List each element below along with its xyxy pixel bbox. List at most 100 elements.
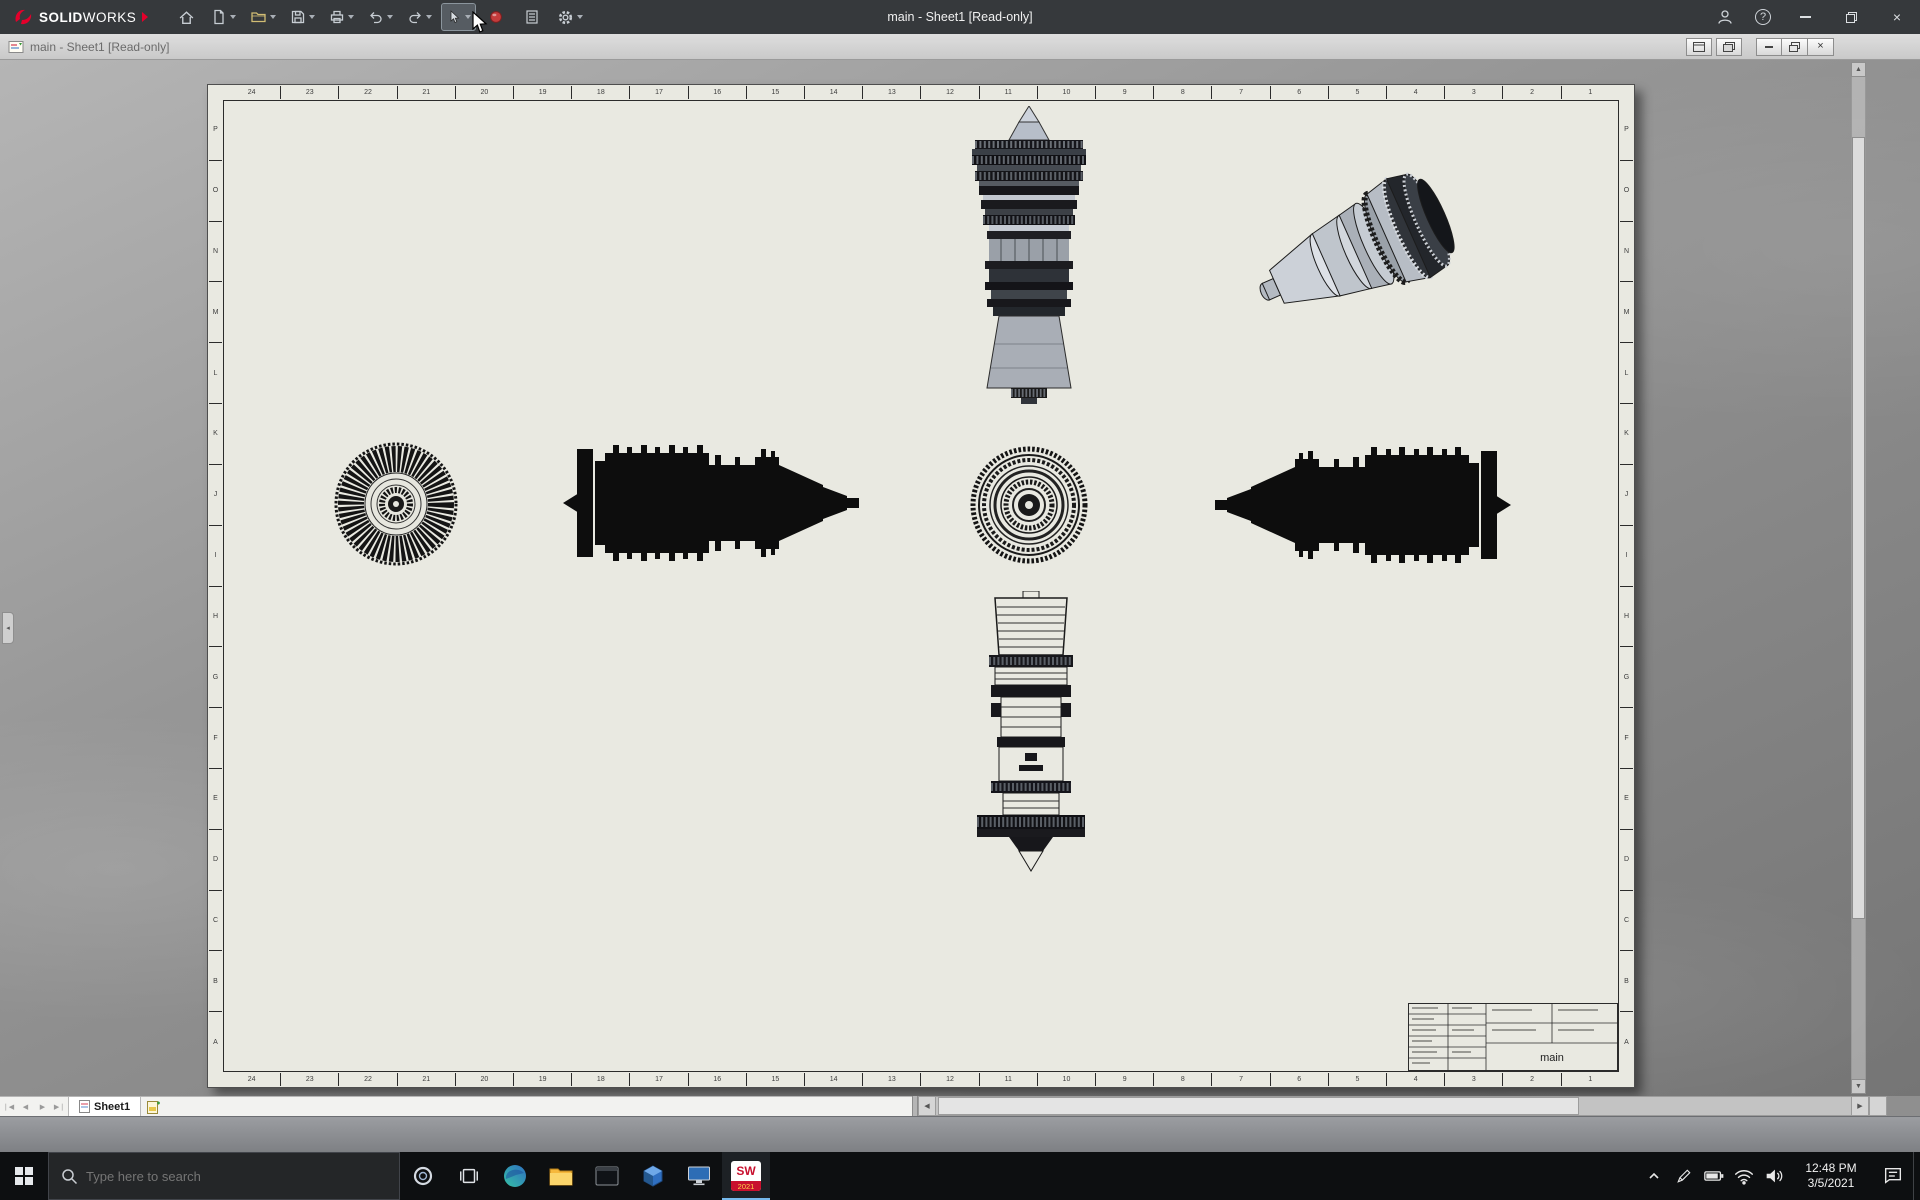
drawing-view-left-side[interactable] [561,441,861,566]
vertical-scroll-thumb[interactable] [1852,137,1865,919]
drawing-view-bottom-projected[interactable] [969,591,1094,886]
network-status-button[interactable] [1729,1152,1759,1200]
title-block-drawing-name: main [1540,1052,1564,1064]
zone-label: K [209,404,222,465]
drawing-view-rear[interactable] [969,445,1089,565]
zone-label: 1 [1588,1076,1593,1083]
zone-label: 17 [630,86,689,99]
save-button[interactable] [286,4,319,30]
brand-works: WORKS [82,9,137,25]
minimize-button[interactable] [1782,0,1828,34]
options-dropdown-arrow[interactable] [577,15,584,19]
new-dropdown-arrow[interactable] [230,15,237,19]
cortana-button[interactable] [400,1152,446,1200]
solidworks-badge-label: SW [736,1164,756,1178]
vertical-scroll-track[interactable] [1851,77,1866,1079]
dassault-3ds-icon [15,9,32,25]
search-input[interactable] [86,1168,387,1184]
scroll-left-button[interactable]: ◀ [918,1096,936,1116]
zone-label: F [1620,708,1633,769]
solidworks-app-button[interactable]: SW 2021 [722,1152,770,1200]
help-button[interactable]: ? [1744,0,1782,34]
file-explorer-button[interactable] [538,1152,584,1200]
document-restore-button[interactable] [1782,37,1808,56]
zone-label: P [209,100,222,161]
zone-label: 11 [980,1073,1038,1086]
mouse-cursor [472,11,488,33]
zone-label: N [209,222,222,283]
hidden-icons-button[interactable] [1639,1152,1669,1200]
previous-sheet-button[interactable]: ◀ [17,1097,34,1116]
zone-label: 13 [863,1073,922,1086]
add-sheet-button[interactable] [141,1097,165,1116]
action-center-button[interactable] [1873,1152,1913,1200]
print-dropdown-arrow[interactable] [348,15,355,19]
zone-label: 7 [1212,1073,1271,1086]
document-minimize-button[interactable] [1756,37,1782,56]
document-close-button[interactable]: × [1808,37,1834,56]
options-button[interactable] [553,4,587,30]
scroll-down-button[interactable]: ▼ [1851,1079,1866,1094]
first-sheet-button[interactable]: ❘◀ [0,1097,17,1116]
taskbar-clock[interactable]: 12:48 PM 3/5/2021 [1789,1152,1873,1200]
redo-button[interactable] [403,4,436,30]
task-view-button[interactable] [446,1152,492,1200]
file-properties-button[interactable] [517,4,547,30]
graphics-area[interactable]: 24 23 22 21 20 19 18 17 16 15 14 13 12 11 10 9 8 7 6 5 4 3 2 1 … [0,60,1920,1096]
print-button[interactable] [325,4,358,30]
select-cursor-icon [450,10,460,24]
home-button[interactable] [171,4,201,30]
home-icon [179,10,194,24]
action-center-icon [1884,1167,1902,1184]
dark-window-app-button[interactable] [584,1152,630,1200]
status-bar [0,1116,1920,1152]
volume-button[interactable] [1759,1152,1789,1200]
cascade-windows-icon [1723,41,1735,52]
show-desktop-button[interactable] [1913,1152,1920,1200]
new-document-button[interactable] [207,4,240,30]
scroll-up-button[interactable]: ▲ [1851,62,1866,77]
restore-button[interactable] [1828,0,1874,34]
drawing-sheet[interactable]: 24 23 22 21 20 19 18 17 16 15 14 13 12 11 10 9 8 7 6 5 4 3 2 1 … [207,84,1635,1088]
titlebar: SOLIDWORKS main - Sheet1 [Read-only] ? × [0,0,1920,34]
vertical-scrollbar[interactable]: ▲ ▼ [1851,62,1866,1094]
battery-status-button[interactable] [1699,1152,1729,1200]
pen-icon [1677,1169,1691,1183]
cascade-windows-button[interactable] [1716,37,1742,56]
horizontal-scroll-track[interactable] [936,1096,1851,1116]
cube-app-button[interactable] [630,1152,676,1200]
scroll-right-button[interactable]: ▶ [1851,1096,1869,1116]
edge-button[interactable] [492,1152,538,1200]
scrollbar-corner [1869,1096,1887,1116]
taskbar-search[interactable] [48,1152,400,1200]
title-block[interactable]: main [1408,1003,1618,1071]
drawing-view-right-side[interactable] [1213,443,1513,568]
open-button[interactable] [246,4,280,30]
display-app-button[interactable] [676,1152,722,1200]
taskbar-spacer [770,1152,1639,1200]
drawing-view-front-fan[interactable] [331,439,461,569]
next-sheet-button[interactable]: ▶ [34,1097,51,1116]
undo-dropdown-arrow[interactable] [387,15,394,19]
save-dropdown-arrow[interactable] [309,15,316,19]
horizontal-scroll-thumb[interactable] [938,1097,1579,1115]
tab-sheet1[interactable]: Sheet1 [68,1097,142,1116]
right-arrow-icon: ▶ [1857,1103,1863,1110]
solidworks-window: SOLIDWORKS main - Sheet1 [Read-only] ? ×… [0,0,1920,1200]
drawing-view-isometric[interactable] [1236,141,1496,356]
arrange-windows-button[interactable] [1686,37,1712,56]
file-explorer-icon [549,1168,573,1186]
featuremanager-collapsed-tab[interactable]: ◂ [2,612,14,644]
redo-dropdown-arrow[interactable] [426,15,433,19]
drawing-view-top-projected[interactable] [967,106,1092,406]
open-dropdown-arrow[interactable] [270,15,277,19]
zone-label: 18 [572,86,631,99]
pen-settings-button[interactable] [1669,1152,1699,1200]
undo-button[interactable] [364,4,397,30]
zone-label: 15 [747,86,806,99]
last-sheet-button[interactable]: ▶❘ [51,1097,68,1116]
account-button[interactable] [1706,0,1744,34]
close-button[interactable]: × [1874,0,1920,34]
start-button[interactable] [0,1152,48,1200]
tile-windows-icon [1693,41,1705,52]
